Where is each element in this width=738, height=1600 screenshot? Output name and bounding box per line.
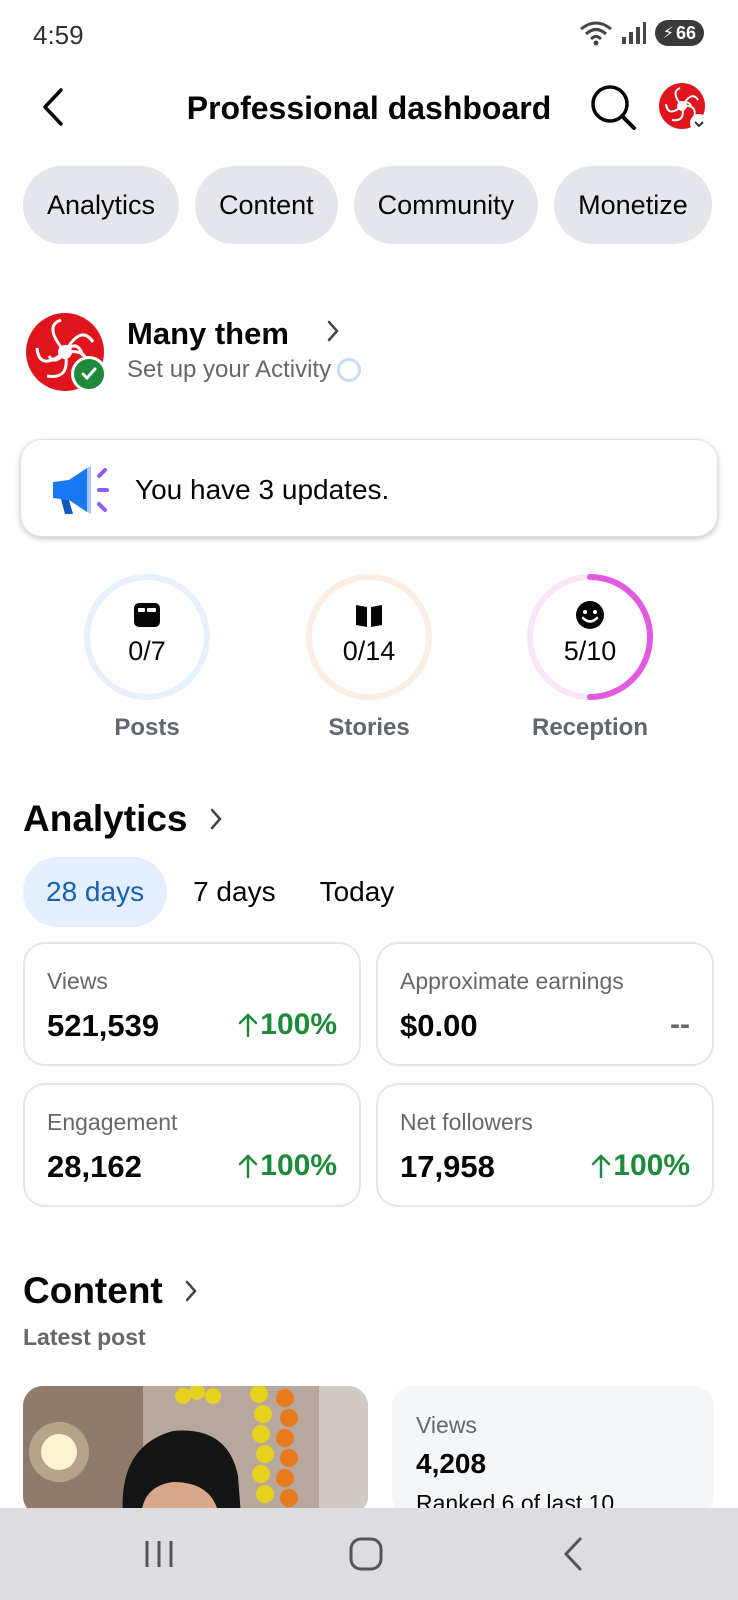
- status-time: 4:59: [33, 20, 84, 50]
- metric-value: 0/14: [342, 636, 396, 666]
- views-card[interactable]: Views 521,539 100%: [23, 942, 361, 1066]
- tab-7-days[interactable]: 7 days: [175, 857, 294, 927]
- stat-value: 521,539: [47, 1008, 160, 1043]
- stat-delta: 100%: [238, 1149, 337, 1183]
- recent-apps-button[interactable]: [129, 1528, 189, 1580]
- megaphone-icon: [47, 462, 111, 518]
- stat-value: $0.00: [400, 1008, 478, 1043]
- stat-label: Net followers: [400, 1109, 533, 1135]
- section-title: Content: [23, 1270, 163, 1311]
- avatar: [659, 83, 708, 132]
- verified-check-icon: [71, 356, 107, 392]
- smiley-icon: [576, 601, 604, 629]
- chevron-right-icon: [325, 318, 341, 349]
- chevron-right-icon: [210, 808, 222, 830]
- stat-delta-value: 100%: [613, 1149, 690, 1182]
- status-icons: ⚡ 66: [579, 20, 704, 46]
- metric-label: Posts: [114, 714, 180, 741]
- latest-post-label: Latest post: [23, 1324, 146, 1350]
- battery-level: 66: [675, 22, 696, 43]
- home-button[interactable]: [336, 1528, 396, 1580]
- back-icon: [564, 1537, 582, 1571]
- content-heading[interactable]: Content: [23, 1270, 199, 1312]
- date-range-tabs: 28 days 7 days Today: [23, 857, 412, 927]
- analytics-heading[interactable]: Analytics: [23, 798, 224, 840]
- engagement-card[interactable]: Engagement 28,162 100%: [23, 1083, 361, 1207]
- section-chips: Analytics Content Community Monetize: [23, 166, 712, 244]
- arrow-up-icon: [239, 1154, 258, 1179]
- post-stat-label: Views: [416, 1412, 477, 1438]
- signal-icon: [621, 22, 646, 44]
- metric-posts[interactable]: 0/7 Posts: [82, 572, 212, 742]
- stat-label: Approximate earnings: [400, 968, 624, 994]
- latest-post-thumbnail[interactable]: [23, 1386, 368, 1516]
- metric-value: 0/7: [128, 636, 166, 666]
- profile-row[interactable]: Many them Set up your Activity: [25, 312, 715, 394]
- stat-delta-value: --: [670, 1008, 690, 1041]
- stat-value: 17,958: [400, 1149, 495, 1184]
- chip-community[interactable]: Community: [353, 166, 539, 244]
- profile-subtitle: Set up your Activity: [127, 356, 362, 384]
- stat-value: 28,162: [47, 1149, 142, 1184]
- arrow-up-icon: [239, 1013, 258, 1038]
- updates-text: You have 3 updates.: [135, 474, 390, 505]
- stat-delta: 100%: [238, 1008, 337, 1042]
- battery-indicator: ⚡ 66: [654, 20, 704, 46]
- updates-card[interactable]: You have 3 updates.: [20, 439, 718, 537]
- stat-delta: --: [670, 1008, 690, 1042]
- net-followers-card[interactable]: Net followers 17,958 100%: [376, 1083, 714, 1207]
- stat-delta-value: 100%: [260, 1008, 337, 1041]
- system-navigation-bar: [0, 1508, 738, 1600]
- tab-today[interactable]: Today: [302, 857, 413, 927]
- wifi-icon: [579, 21, 612, 46]
- book-icon: [356, 605, 382, 627]
- stat-label: Views: [47, 968, 108, 994]
- arrow-up-icon: [592, 1154, 611, 1179]
- account-switcher-avatar[interactable]: [658, 82, 710, 134]
- search-icon: [591, 85, 636, 130]
- metric-reception[interactable]: 5/10 Reception: [525, 572, 655, 742]
- loading-ring-icon: [337, 358, 362, 382]
- system-back-button[interactable]: [543, 1528, 603, 1580]
- chip-content[interactable]: Content: [195, 166, 338, 244]
- stat-delta: 100%: [591, 1149, 690, 1183]
- tab-28-days[interactable]: 28 days: [23, 857, 168, 927]
- chip-analytics[interactable]: Analytics: [23, 166, 180, 244]
- profile-subtitle-text: Set up your Activity: [127, 356, 332, 383]
- home-icon: [349, 1537, 383, 1571]
- post-stat-value: 4,208: [416, 1448, 487, 1479]
- post-thumbnail-image: [23, 1386, 368, 1516]
- metric-label: Reception: [531, 714, 648, 741]
- latest-post-stats[interactable]: Views 4,208 Ranked 6 of last 10: [392, 1386, 714, 1516]
- earnings-card[interactable]: Approximate earnings $0.00 --: [376, 942, 714, 1066]
- post-icon: [134, 603, 160, 627]
- metric-label: Stories: [328, 714, 410, 741]
- recent-apps-icon: [145, 1541, 173, 1567]
- charging-icon: ⚡: [662, 25, 674, 42]
- search-button[interactable]: [588, 82, 640, 134]
- metric-stories[interactable]: 0/14 Stories: [304, 572, 434, 742]
- stat-label: Engagement: [47, 1109, 178, 1135]
- metric-value: 5/10: [563, 636, 617, 666]
- chip-monetize[interactable]: Monetize: [554, 166, 712, 244]
- profile-name: Many them: [127, 316, 289, 351]
- stat-delta-value: 100%: [260, 1149, 337, 1182]
- status-bar: 4:59 ⚡ 66: [0, 0, 738, 72]
- chevron-right-icon: [185, 1280, 197, 1302]
- header: Professional dashboard: [0, 72, 738, 148]
- section-title: Analytics: [23, 798, 188, 839]
